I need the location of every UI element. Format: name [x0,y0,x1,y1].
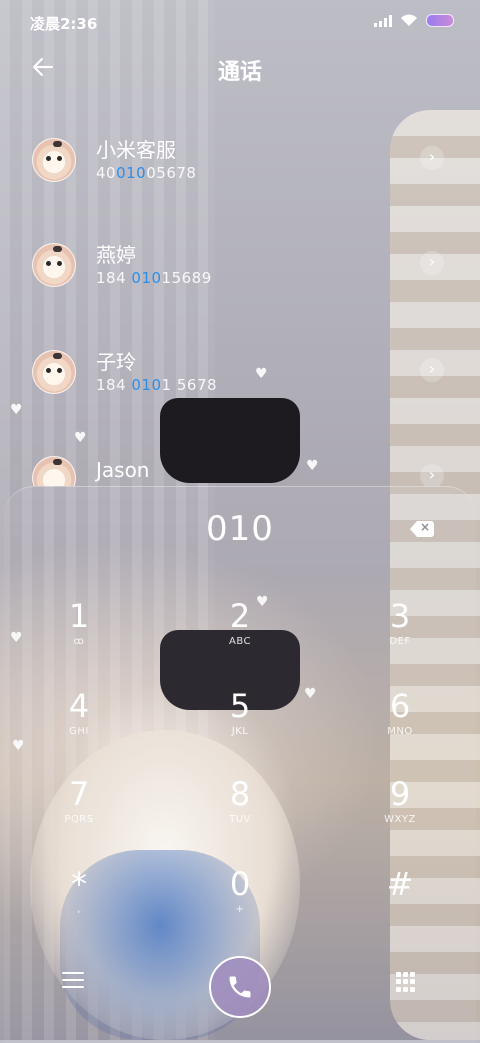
dial-key-5[interactable]: 5 JKL [185,688,295,768]
dial-key-hash[interactable]: # [345,866,455,946]
dial-key-0[interactable]: 0 + [185,866,295,946]
dial-key-4[interactable]: 4 GHI [24,688,134,768]
key-letters: , [77,904,81,915]
avatar [32,138,76,182]
dial-key-2[interactable]: 2 ABC [185,598,295,678]
key-digit: 8 [229,775,251,813]
dial-key-9[interactable]: 9 WXYZ [345,776,455,856]
phone-icon [229,976,251,998]
key-digit: * [71,865,87,903]
key-digit: 0 [229,865,251,903]
key-digit: 1 [68,597,90,635]
dial-key-star[interactable]: *, [24,866,134,946]
chevron-right-icon[interactable]: › [420,358,444,382]
status-bar: 凌晨2:36 [0,0,480,40]
chevron-right-icon[interactable]: › [420,251,444,275]
wifi-icon [401,14,417,26]
chevron-right-icon[interactable]: › [420,146,444,170]
key-letters: PQRS [64,814,94,825]
page-title: 通话 [217,60,262,85]
key-digit: 4 [68,687,90,725]
heart-decoration: ♥ [74,430,87,446]
key-digit: 9 [389,775,411,813]
contact-name: 子玲 [96,350,136,374]
keypad-grid-icon[interactable] [396,972,416,992]
hamburger-menu-icon[interactable] [62,972,84,990]
key-digit: 3 [389,597,411,635]
contact-item[interactable]: Jason › [0,456,480,486]
dial-entry: 010 [206,509,274,549]
avatar [32,350,76,394]
battery-icon [426,14,454,27]
voicemail-icon: ꝏ [73,636,85,647]
contact-name: 燕婷 [96,243,136,267]
contact-name: Jason [96,458,150,482]
header: 通话 [0,50,480,90]
contact-item[interactable]: 子玲 184 0101 5678 › [0,350,480,420]
key-letters: MNO [387,726,413,737]
key-digit: # [386,865,414,903]
dial-key-3[interactable]: 3 DEF [345,598,455,678]
key-letters: JKL [231,726,249,737]
key-letters: ABC [228,636,251,647]
key-letters: + [235,904,245,915]
contact-item[interactable]: 小米客服 4001005678 › [0,138,480,208]
dial-key-1[interactable]: 1ꝏ [24,598,134,678]
key-letters: WXYZ [384,814,416,825]
status-time: 凌晨2:36 [30,15,98,33]
call-button[interactable] [209,956,271,1018]
key-letters: GHI [69,726,89,737]
key-digit: 7 [68,775,90,813]
backspace-icon[interactable]: × [410,520,434,537]
chevron-right-icon[interactable]: › [420,464,444,486]
dial-key-7[interactable]: 7 PQRS [24,776,134,856]
key-letters: TUV [229,814,251,825]
contact-name: 小米客服 [96,138,176,162]
dial-key-8[interactable]: 8 TUV [185,776,295,856]
key-digit: 6 [389,687,411,725]
contact-number: 184 0101 5678 [96,376,218,394]
key-digit: 5 [229,687,251,725]
signal-icon [374,14,392,27]
status-icons [374,14,454,27]
avatar [32,243,76,287]
contact-number: 184 01015689 [96,269,212,287]
key-digit: 2 [229,597,251,635]
contact-item[interactable]: 燕婷 184 01015689 › [0,243,480,313]
dial-key-6[interactable]: 6 MNO [345,688,455,768]
contact-number: 4001005678 [96,164,197,182]
key-letters: DEF [389,636,411,647]
avatar [32,456,76,486]
